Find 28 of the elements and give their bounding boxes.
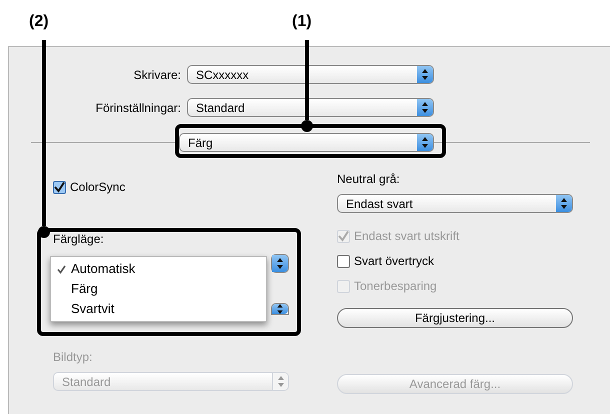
popup-menu[interactable]: Standard (187, 98, 434, 117)
checkbox-label: Endast svart utskrift (354, 228, 460, 245)
checkbox-label: ColorSync (70, 179, 126, 196)
popup-menu[interactable]: Färg (179, 133, 434, 152)
stepper-icon (556, 195, 572, 212)
checkbox-label: Svart övertryck (354, 253, 434, 270)
stepper-icon (417, 66, 433, 83)
menu-item[interactable]: Svartvit (51, 299, 266, 319)
menu-item[interactable]: Automatisk (51, 259, 266, 279)
checkbox-label: Tonerbesparing (354, 278, 437, 295)
field-label: Bildtyp: (53, 349, 94, 366)
stepper-icon (272, 255, 288, 272)
stepper-icon (417, 99, 433, 116)
checkbox[interactable] (337, 254, 350, 268)
menu-item[interactable]: Färg (51, 279, 266, 299)
field-label: Färgläge: (53, 231, 105, 248)
field-label: Skrivare: (132, 66, 181, 84)
checkbox[interactable] (53, 180, 66, 194)
stepper-icon (272, 373, 288, 390)
popup-menu[interactable]: Endast svart (337, 194, 573, 213)
callout-number: (1) (292, 12, 312, 32)
field-label: Neutral grå: (337, 171, 401, 188)
stepper-icon (417, 134, 433, 151)
callout-number: (2) (29, 12, 49, 32)
popup-menu[interactable]: SCxxxxxx (187, 65, 434, 84)
stepper-icon (272, 304, 288, 314)
push-button[interactable]: Färgjustering... (337, 308, 573, 328)
field-label: Förinställningar: (94, 100, 181, 116)
